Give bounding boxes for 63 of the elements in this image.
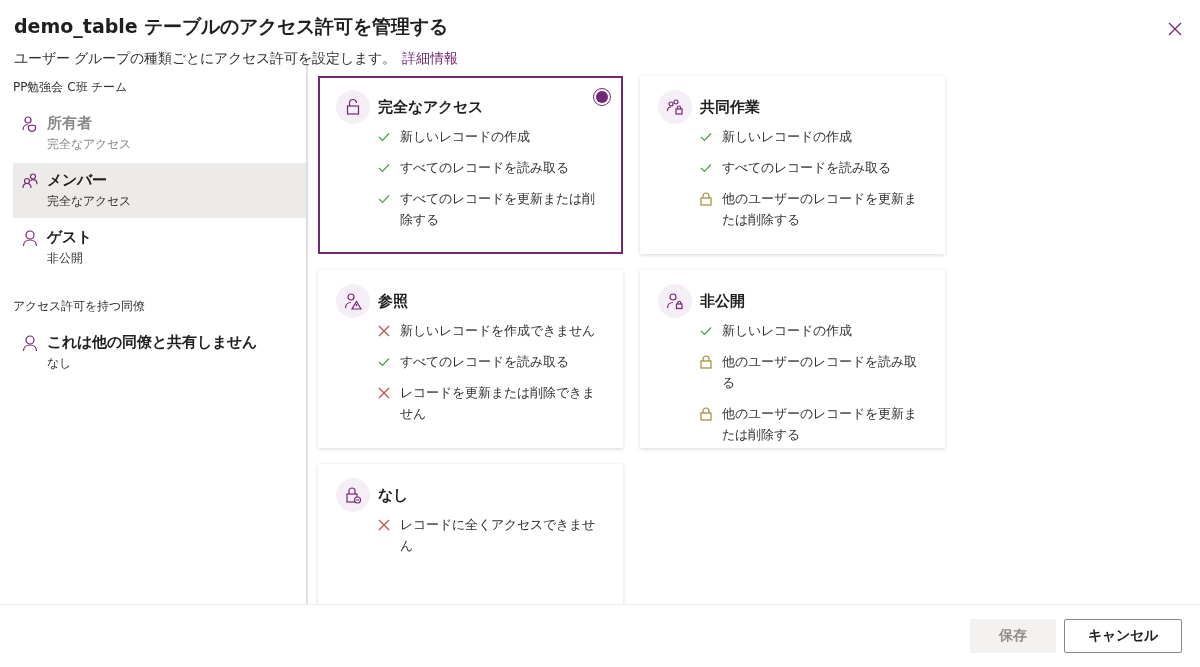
- group-name: メンバー: [47, 171, 108, 190]
- permission-text: 新しいレコードの作成: [400, 128, 530, 146]
- permission-text: 他のユーザーのレコードを読み取る: [722, 353, 918, 392]
- access-option-card[interactable]: 参照 新しいレコードを作成できません すべてのレコードを読み取る レコードを更新または削除できません: [318, 270, 623, 448]
- checkmark-icon: [700, 163, 712, 173]
- section-heading: アクセス許可を持つ同僚: [13, 298, 146, 315]
- permission-text: レコードを更新または削除できません: [400, 384, 596, 423]
- group-access: なし: [47, 355, 72, 372]
- cancel-button[interactable]: キャンセル: [1064, 619, 1182, 653]
- dialog-subtitle: ユーザー グループの種類ごとにアクセス許可を設定します。: [14, 50, 397, 66]
- section-heading: PP勉強会 C班 チーム: [13, 79, 129, 96]
- group-name: 所有者: [47, 114, 93, 133]
- permission-text: すべてのレコードを更新または削除する: [400, 190, 596, 229]
- permission-text: 新しいレコードを作成できません: [400, 322, 595, 340]
- person-icon: [21, 334, 39, 352]
- access-option-card[interactable]: 非公開 新しいレコードの作成 他のユーザーのレコードを読み取る 他のユーザーのレコードを更新または削除する: [640, 270, 945, 448]
- person-shield-icon: [21, 115, 39, 133]
- option-title: なし: [378, 485, 409, 505]
- group-access: 完全なアクセス: [47, 136, 131, 153]
- checkmark-icon: [378, 163, 390, 173]
- checkmark-icon: [700, 132, 712, 142]
- checkmark-icon: [700, 326, 712, 336]
- permission-text: 他のユーザーのレコードを更新または削除する: [722, 190, 918, 229]
- padlock-open-icon: [344, 98, 362, 116]
- checkmark-icon: [378, 357, 390, 367]
- user-group-item[interactable]: これは他の同僚と共有しません なし: [13, 325, 306, 380]
- cross-icon: [378, 519, 390, 531]
- dialog-title: demo_table テーブルのアクセス許可を管理する: [14, 14, 449, 40]
- people-padlock-icon: [666, 98, 684, 116]
- access-option-card[interactable]: なし レコードに全くアクセスできません: [318, 464, 623, 604]
- learn-more-link[interactable]: 詳細情報: [402, 50, 459, 66]
- option-title: 共同作業: [700, 97, 761, 117]
- user-group-item[interactable]: メンバー 完全なアクセス: [13, 163, 306, 218]
- person-padlock-icon: [666, 292, 684, 310]
- cross-icon: [378, 325, 390, 337]
- person-warning-icon: [344, 292, 362, 310]
- group-name: これは他の同僚と共有しません: [47, 333, 257, 352]
- padlock-icon: [700, 407, 712, 421]
- permission-text: 新しいレコードの作成: [722, 128, 852, 146]
- group-name: ゲスト: [47, 228, 92, 247]
- option-title: 非公開: [700, 291, 746, 311]
- padlock-icon: [700, 192, 712, 206]
- option-title: 完全なアクセス: [378, 97, 484, 117]
- access-option-card[interactable]: 共同作業 新しいレコードの作成 すべてのレコードを読み取る 他のユーザーのレコードを更新または削除する: [640, 76, 945, 254]
- close-button[interactable]: [1166, 20, 1184, 38]
- permission-text: すべてのレコードを読み取る: [400, 159, 569, 177]
- checkmark-icon: [378, 194, 390, 204]
- padlock-icon: [700, 355, 712, 369]
- permission-text: すべてのレコードを読み取る: [722, 159, 891, 177]
- access-option-card[interactable]: 完全なアクセス 新しいレコードの作成 すべてのレコードを読み取る すべてのレコードを更新または削除する: [318, 76, 623, 254]
- people-icon: [21, 172, 39, 190]
- padlock-minus-icon: [344, 486, 362, 504]
- cross-icon: [378, 387, 390, 399]
- close-icon: [1166, 20, 1184, 38]
- group-access: 非公開: [47, 250, 84, 267]
- permission-text: 他のユーザーのレコードを更新または削除する: [722, 405, 918, 444]
- user-group-item[interactable]: ゲスト 非公開: [13, 220, 306, 275]
- checkmark-icon: [378, 132, 390, 142]
- option-title: 参照: [378, 291, 409, 311]
- permission-text: レコードに全くアクセスできません: [400, 516, 596, 555]
- group-access: 完全なアクセス: [47, 193, 131, 210]
- permission-text: 新しいレコードの作成: [722, 322, 852, 340]
- permission-text: すべてのレコードを読み取る: [400, 353, 569, 371]
